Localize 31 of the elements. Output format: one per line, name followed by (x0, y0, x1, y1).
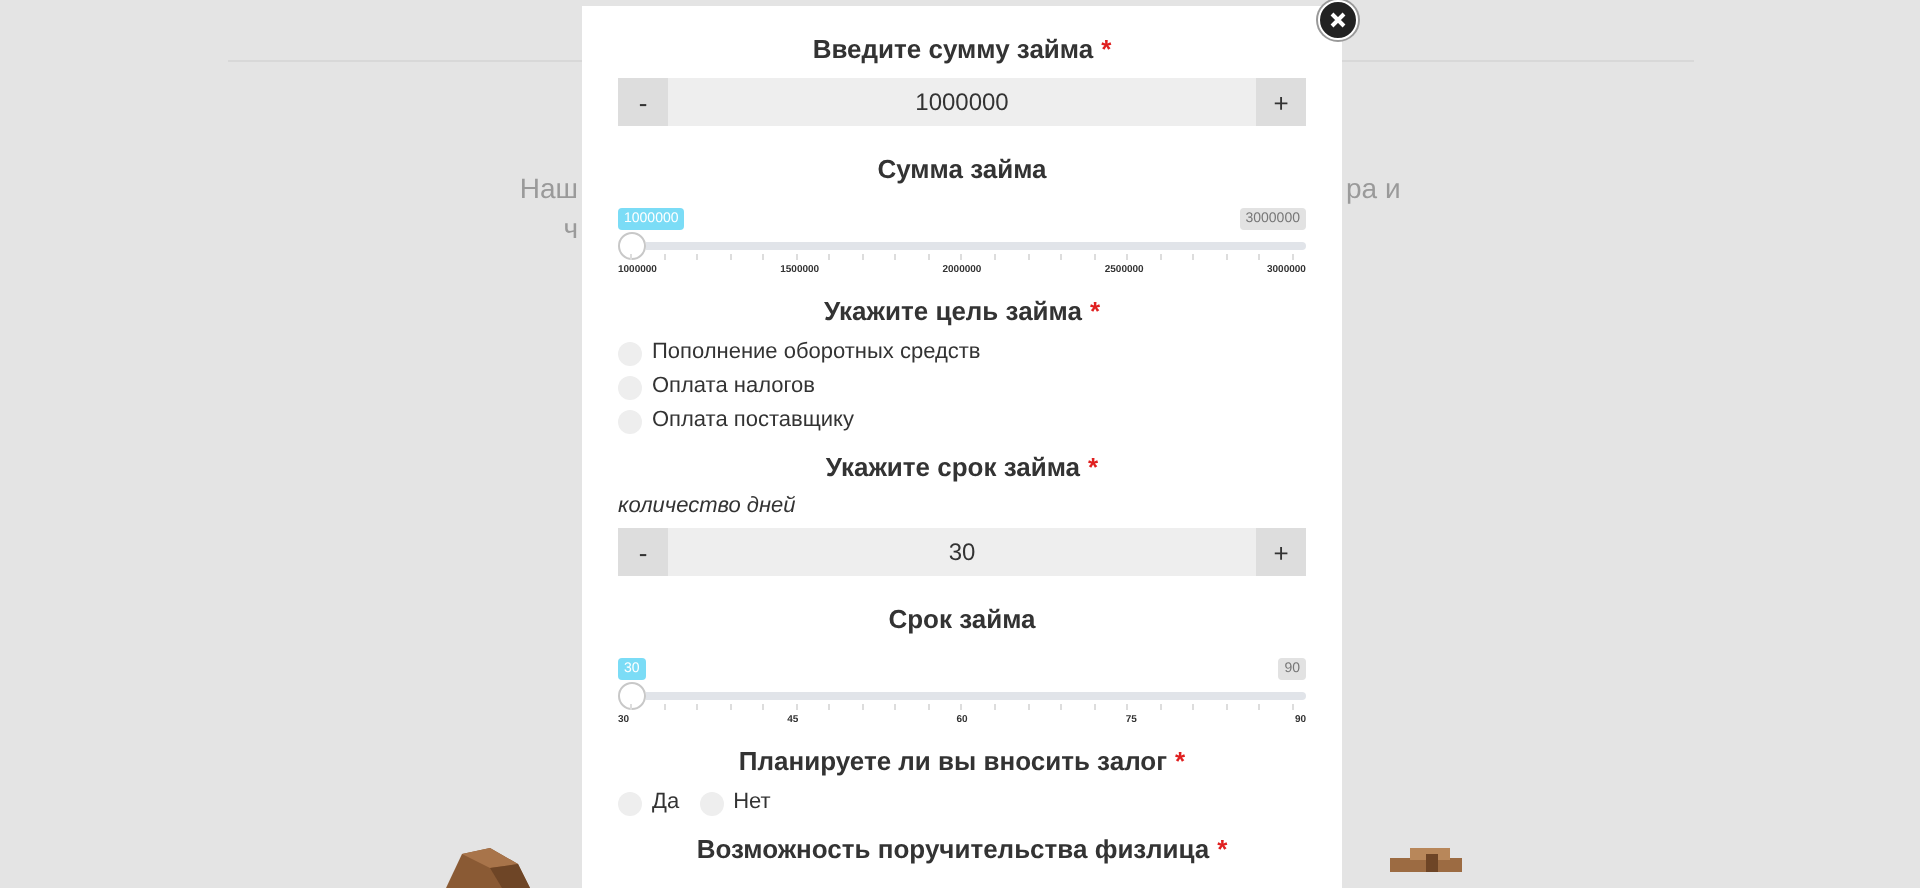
option-label: Пополнение оборотных средств (652, 340, 981, 366)
required-mark: * (1217, 834, 1228, 864)
required-mark: * (1175, 746, 1186, 776)
option-label: Нет (733, 790, 771, 816)
required-mark: * (1088, 452, 1099, 482)
paragraph-text: Наш (519, 170, 578, 208)
option-label: Да (652, 790, 680, 816)
option-label: Оплата поставщику (652, 408, 854, 434)
number-field[interactable]: 30 (668, 528, 1256, 576)
section-title: Сумма займа (877, 154, 1047, 184)
close-button[interactable] (1318, 0, 1358, 40)
slider-thumb[interactable] (618, 232, 646, 260)
section-title: Возможность поручительства физлица (696, 834, 1210, 864)
close-icon (1330, 12, 1346, 28)
section-title: Срок займа (888, 604, 1036, 634)
decrement-button[interactable]: - (618, 528, 668, 576)
decrement-button[interactable]: - (618, 78, 668, 126)
required-mark: * (1101, 34, 1112, 64)
section-title: Укажите цель займа (823, 296, 1082, 326)
section-title: Укажите срок займа (825, 452, 1081, 482)
number-field[interactable]: 1000000 (668, 78, 1256, 126)
paragraph-text: ра и (1346, 170, 1401, 208)
slider-thumb[interactable] (618, 682, 646, 710)
section-title: Планируете ли вы вносить залог (738, 746, 1168, 776)
hint-text: количество дней (618, 494, 798, 518)
option-label: Оплата налогов (652, 374, 815, 400)
section-title: Введите сумму займа (812, 34, 1094, 64)
required-mark: * (1089, 296, 1101, 326)
paragraph-text: ч (563, 210, 578, 248)
increment-button[interactable]: + (1256, 528, 1306, 576)
increment-button[interactable]: + (1256, 78, 1306, 126)
